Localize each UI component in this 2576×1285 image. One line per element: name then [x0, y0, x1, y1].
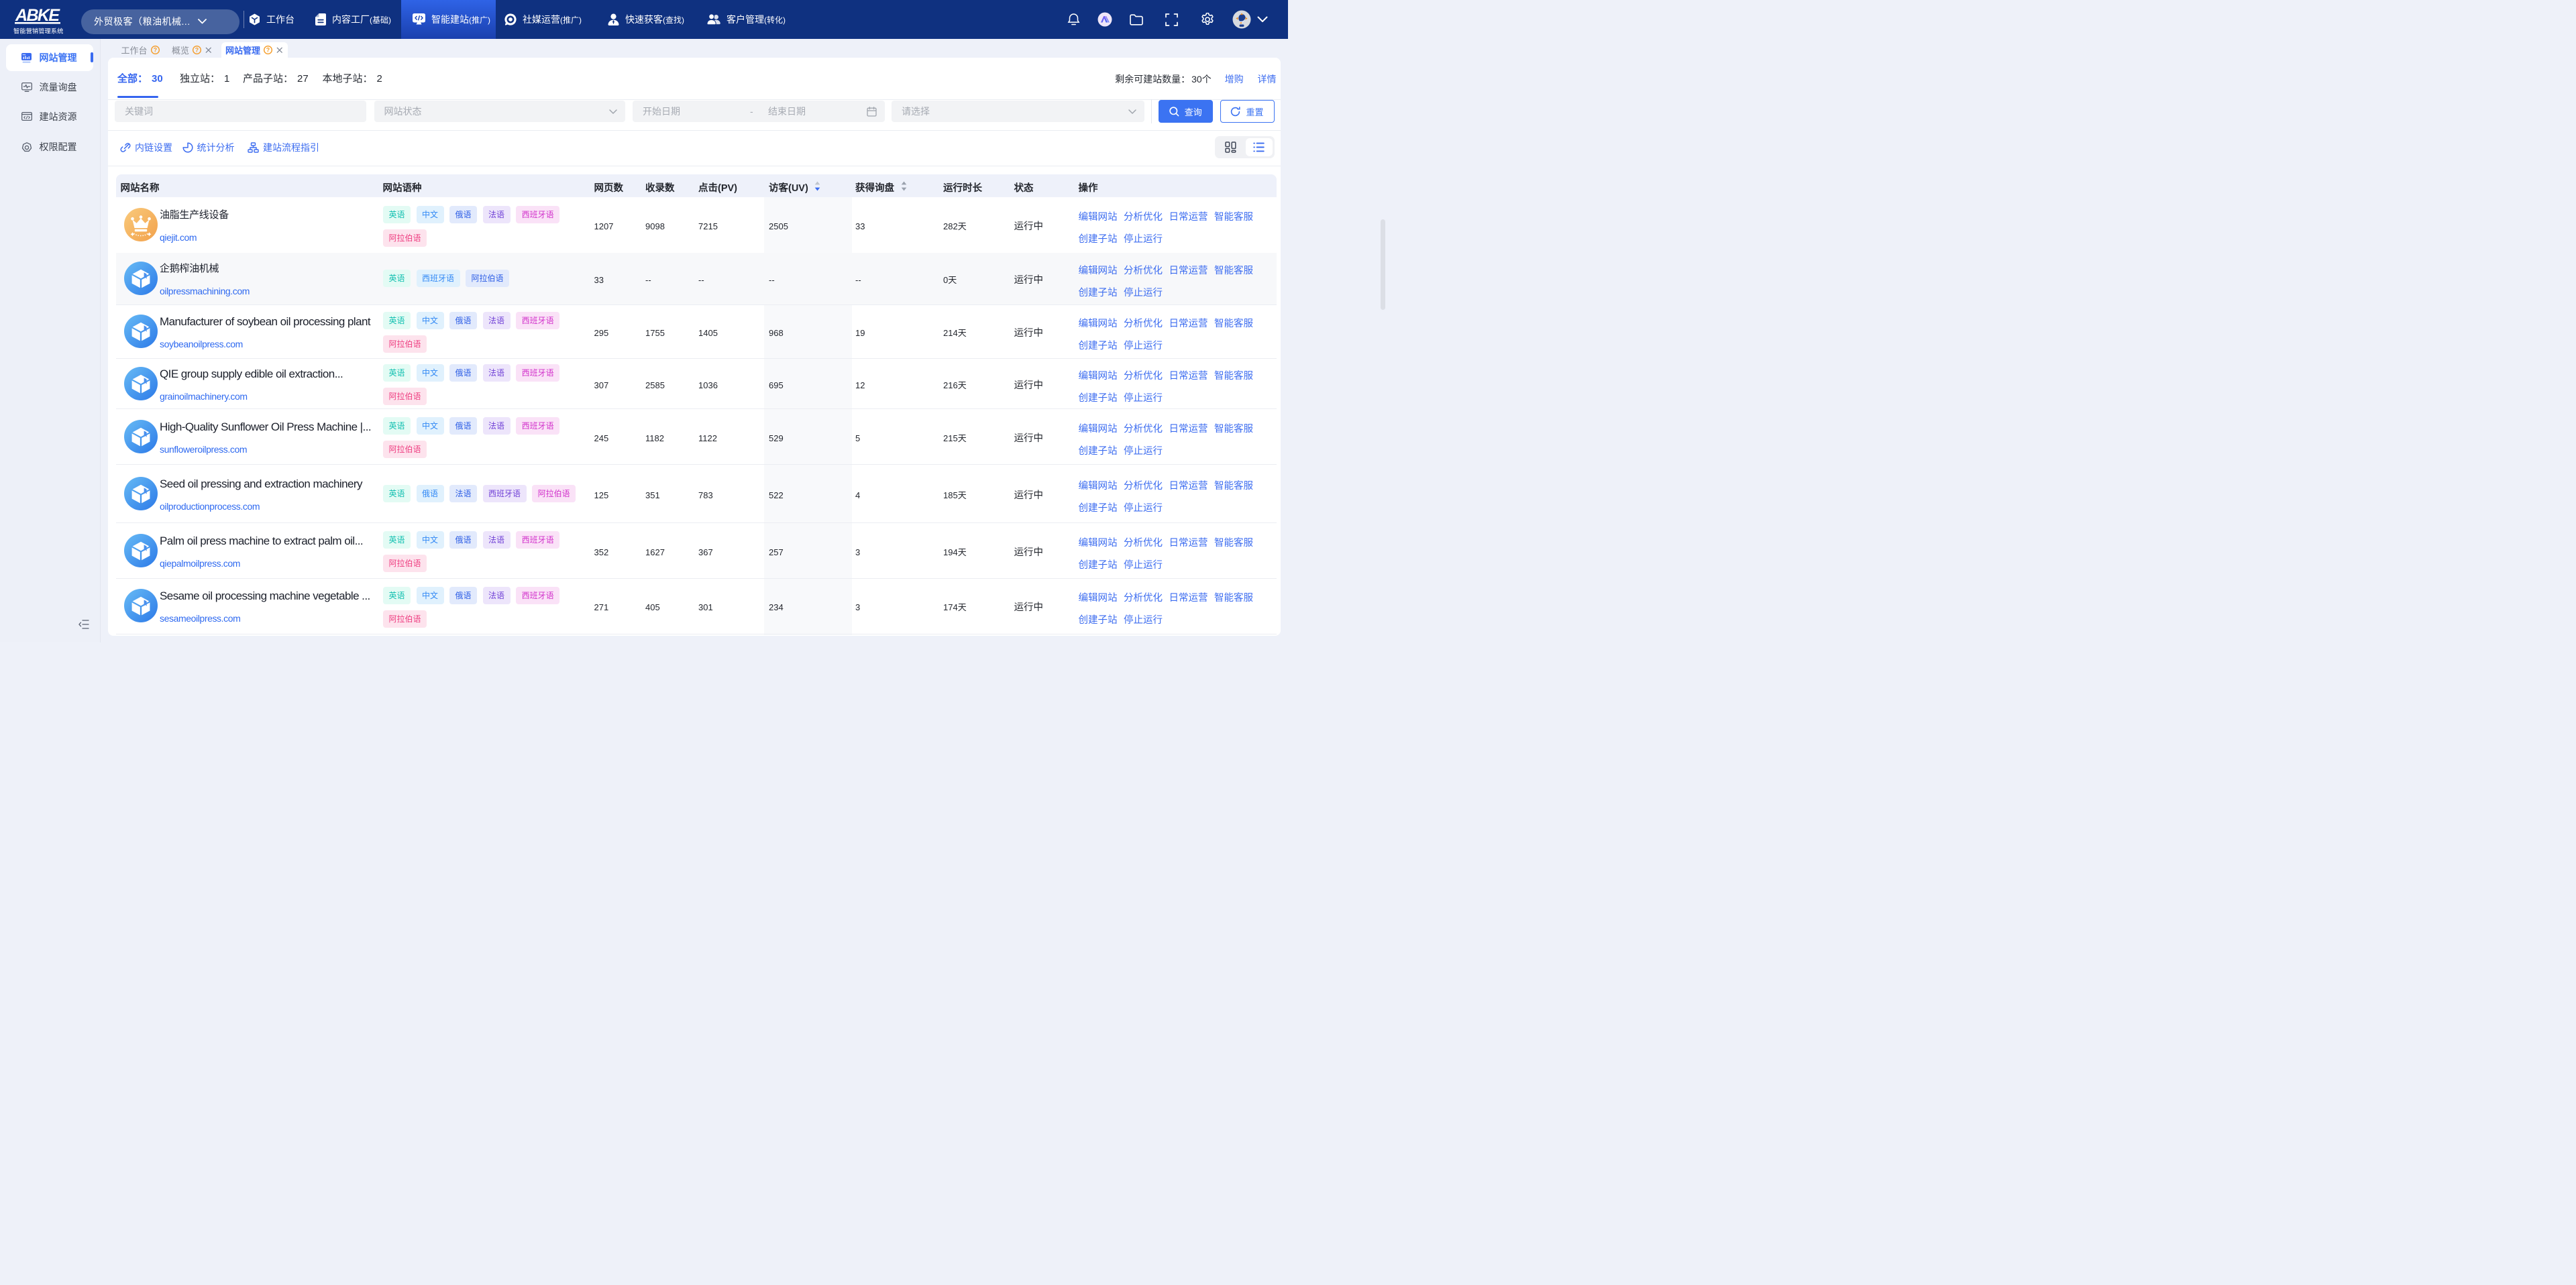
svg-text:?: ? — [266, 47, 270, 54]
svg-text:?: ? — [195, 47, 199, 54]
svg-text:智能营销管理系统: 智能营销管理系统 — [13, 27, 63, 35]
svg-text:?: ? — [153, 47, 156, 54]
